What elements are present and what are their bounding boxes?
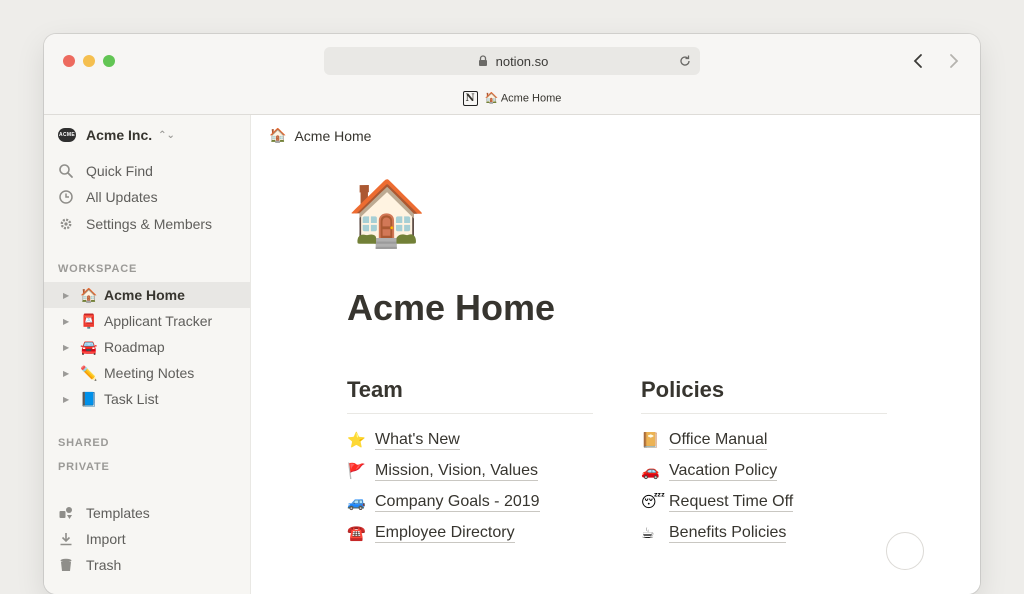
workspace-switcher[interactable]: ACME Acme Inc. ⌃⌄ <box>58 127 175 143</box>
sleeping-face-emoji: 😴 <box>641 493 666 511</box>
sidebar-item-import[interactable]: Import <box>58 527 126 551</box>
lock-icon <box>478 55 487 66</box>
page-link-whats-new[interactable]: ⭐ What's New <box>347 424 593 455</box>
sidebar: ACME Acme Inc. ⌃⌄ Quick Find All Updates… <box>44 115 251 594</box>
breadcrumb-emoji: 🏠 <box>269 127 287 143</box>
back-arrow-icon[interactable] <box>909 51 929 71</box>
page-link-company-goals[interactable]: 🚙 Company Goals - 2019 <box>347 486 593 517</box>
search-icon <box>59 164 73 178</box>
page-link-request-time-off[interactable]: 😴 Request Time Off <box>641 486 887 517</box>
close-window-button[interactable] <box>63 55 75 67</box>
page-emoji: 📘 <box>80 390 98 407</box>
tab-emoji: 🏠 <box>484 92 499 105</box>
sidebar-page-acme-home[interactable]: ▶ 🏠 Acme Home <box>44 282 250 308</box>
expand-triangle-icon[interactable]: ▶ <box>63 343 71 352</box>
maximize-window-button[interactable] <box>103 55 115 67</box>
gear-icon <box>60 218 72 230</box>
sidebar-page-label: Meeting Notes <box>104 365 195 381</box>
sidebar-item-label: Quick Find <box>86 163 153 179</box>
workspace-section-label: WORKSPACE <box>58 263 138 275</box>
coffee-emoji: ☕ <box>641 524 655 542</box>
import-icon <box>60 533 72 546</box>
private-section-label[interactable]: PRIVATE <box>58 461 110 473</box>
address-bar[interactable]: notion.so <box>324 47 700 75</box>
page-emoji: ✏️ <box>80 364 98 381</box>
page-link-label[interactable]: Company Goals - 2019 <box>375 492 540 512</box>
clock-icon <box>59 190 73 204</box>
minimize-window-button[interactable] <box>83 55 95 67</box>
shared-section-label[interactable]: SHARED <box>58 437 109 449</box>
expand-triangle-icon[interactable]: ▶ <box>63 317 71 326</box>
page-link-employee-directory[interactable]: ☎️ Employee Directory <box>347 517 593 548</box>
sidebar-page-label: Acme Home <box>104 287 185 303</box>
car-emoji: 🚗 <box>641 462 660 480</box>
flag-emoji: 🚩 <box>347 462 366 480</box>
page-icon[interactable]: 🏠 <box>347 177 427 249</box>
url-text: notion.so <box>495 53 549 69</box>
page-title[interactable]: Acme Home <box>347 287 555 329</box>
expand-triangle-icon[interactable]: ▶ <box>63 369 71 378</box>
page-link-label[interactable]: Benefits Policies <box>669 523 787 543</box>
sidebar-item-label: Import <box>86 531 126 547</box>
sidebar-page-label: Applicant Tracker <box>104 313 213 329</box>
sidebar-page-task-list[interactable]: ▶ 📘 Task List <box>44 386 250 412</box>
browser-tab[interactable]: N 🏠 Acme Home <box>44 91 980 106</box>
page-link-label[interactable]: What's New <box>375 430 460 450</box>
notebook-emoji: 📔 <box>641 431 660 449</box>
window-controls <box>63 55 115 67</box>
sidebar-item-quick-find[interactable]: Quick Find <box>58 159 153 183</box>
page-link-vacation-policy[interactable]: 🚗 Vacation Policy <box>641 455 887 486</box>
star-emoji: ⭐ <box>347 431 366 449</box>
page-link-label[interactable]: Mission, Vision, Values <box>375 461 539 481</box>
help-button[interactable] <box>886 532 924 570</box>
sidebar-page-label: Roadmap <box>104 339 165 355</box>
sidebar-page-applicant-tracker[interactable]: ▶ 📮 Applicant Tracker <box>44 308 250 334</box>
page-emoji: 🏠 <box>80 286 98 303</box>
sidebar-item-label: Templates <box>86 505 150 521</box>
page-emoji: 📮 <box>80 312 98 329</box>
breadcrumb-label: Acme Home <box>294 127 372 144</box>
telephone-emoji: ☎️ <box>347 524 366 542</box>
page-link-label[interactable]: Office Manual <box>669 430 768 450</box>
tab-title: Acme Home <box>500 92 562 105</box>
page-link-benefits-policies[interactable]: ☕ Benefits Policies <box>641 517 887 548</box>
workspace-name: Acme Inc. <box>86 127 153 143</box>
policies-heading: Policies <box>641 377 887 414</box>
sidebar-item-trash[interactable]: Trash <box>58 553 121 577</box>
breadcrumb[interactable]: 🏠 Acme Home <box>269 127 371 144</box>
sidebar-item-label: Settings & Members <box>86 216 213 232</box>
expand-triangle-icon[interactable]: ▶ <box>63 395 71 404</box>
page-link-label[interactable]: Request Time Off <box>669 492 794 512</box>
page-link-mission[interactable]: 🚩 Mission, Vision, Values <box>347 455 593 486</box>
forward-arrow-icon[interactable] <box>943 51 963 71</box>
page-link-label[interactable]: Employee Directory <box>375 523 515 543</box>
team-heading: Team <box>347 377 593 414</box>
policies-column: Policies 📔 Office Manual 🚗 Vacation Poli… <box>641 377 887 548</box>
page-emoji: 🚘 <box>80 338 98 355</box>
notion-logo-icon: N <box>462 91 478 106</box>
page-link-office-manual[interactable]: 📔 Office Manual <box>641 424 887 455</box>
sidebar-page-meeting-notes[interactable]: ▶ ✏️ Meeting Notes <box>44 360 250 386</box>
sidebar-item-label: Trash <box>86 557 122 573</box>
workspace-logo: ACME <box>58 128 76 142</box>
sidebar-page-roadmap[interactable]: ▶ 🚘 Roadmap <box>44 334 250 360</box>
main-content: 🏠 Acme Home 🏠 Acme Home Team ⭐ What's Ne… <box>251 115 980 594</box>
expand-triangle-icon[interactable]: ▶ <box>63 291 71 300</box>
car-emoji: 🚙 <box>347 493 366 511</box>
browser-window: notion.so N 🏠 Acme Home ACME Acme Inc. ⌃… <box>44 34 980 594</box>
page-link-label[interactable]: Vacation Policy <box>669 461 778 481</box>
sidebar-item-label: All Updates <box>86 189 158 205</box>
sidebar-item-all-updates[interactable]: All Updates <box>58 185 158 209</box>
sidebar-item-settings[interactable]: Settings & Members <box>58 212 212 236</box>
trash-icon <box>60 558 72 571</box>
templates-icon <box>59 507 72 519</box>
reload-icon[interactable] <box>678 54 692 68</box>
chevron-updown-icon: ⌃⌄ <box>158 129 175 141</box>
browser-titlebar: notion.so N 🏠 Acme Home <box>44 34 980 115</box>
sidebar-item-templates[interactable]: Templates <box>58 501 150 525</box>
sidebar-page-label: Task List <box>104 391 159 407</box>
team-column: Team ⭐ What's New 🚩 Mission, Vision, Val… <box>347 377 593 548</box>
